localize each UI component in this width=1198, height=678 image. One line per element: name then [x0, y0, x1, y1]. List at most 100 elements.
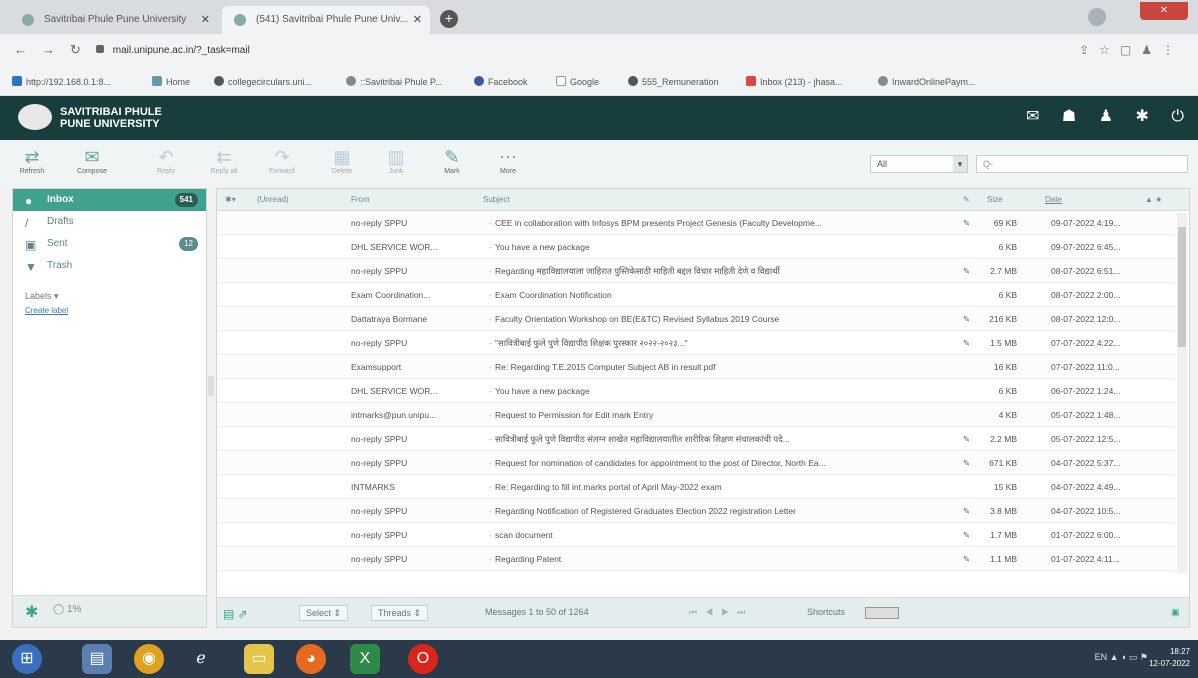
message-row[interactable]: INTMARKS - Re: Regarding to fill int.marks…	[217, 475, 1175, 499]
keyboard-icon[interactable]	[865, 607, 899, 619]
bookmark-item[interactable]: collegecirculars.uni...	[214, 76, 312, 87]
reply-all-button[interactable]: ⇇ Reply all	[204, 146, 244, 175]
folder-trash[interactable]: ▼ Trash	[13, 255, 206, 277]
message-row[interactable]: no-reply SPPU - scan document ✎ 1.7 MB 01-07-…	[217, 523, 1175, 547]
message-row[interactable]: no-reply SPPU - Regarding Patent ✎ 1.1 MB 01-…	[217, 547, 1175, 571]
message-from: Exam Coordination...	[351, 290, 431, 300]
thread-dash: -	[489, 386, 492, 396]
threads-dropdown[interactable]: Threads ⇕	[371, 605, 429, 621]
brand-title: SAVITRIBAI PHULE PUNE UNIVERSITY	[60, 106, 162, 130]
url-field[interactable]: mail.unipune.ac.in/?_task=mail	[96, 40, 1026, 62]
opera-icon[interactable]: O	[408, 644, 438, 674]
message-list-scrollbar[interactable]	[1177, 213, 1187, 573]
expand-icon[interactable]: ▣	[1171, 607, 1180, 618]
message-row[interactable]: Exam Coordination... - Exam Coordination N…	[217, 283, 1175, 307]
folder-inbox[interactable]: ● Inbox 541	[13, 189, 206, 211]
bookmark-item[interactable]: 555_Remuneration	[628, 76, 719, 87]
message-row[interactable]: DHL SERVICE WOR... - You have a new packag…	[217, 235, 1175, 259]
bookmark-icon	[878, 76, 888, 86]
message-row[interactable]: no-reply SPPU - Request for nomination of …	[217, 451, 1175, 475]
bookmark-item[interactable]: Google	[556, 76, 599, 87]
forward-icon: ↷	[274, 147, 290, 167]
bookmark-item[interactable]: http://192.168.0.1:8...	[12, 76, 111, 87]
system-tray[interactable]: EN ▲ ◖ ▭ ⚑	[1095, 652, 1148, 663]
close-tab-icon[interactable]: ✕	[201, 13, 210, 26]
delete-button[interactable]: ▦ Delete	[322, 146, 362, 175]
chrome-icon[interactable]: ◉	[134, 644, 164, 674]
message-row[interactable]: no-reply SPPU - "सावित्रीबाई फुले पुणे विद…	[217, 331, 1175, 355]
message-subject: "सावित्रीबाई फुले पुणे विद्यापीठ शिक्षक …	[495, 338, 688, 348]
message-date: 05-07-2022 12:5...	[1051, 434, 1121, 444]
reply-button[interactable]: ↶ Reply	[146, 146, 186, 175]
column-from[interactable]: From	[351, 195, 370, 204]
message-from: no-reply SPPU	[351, 338, 408, 348]
logout-power-icon[interactable]: ⏻	[1171, 108, 1184, 126]
refresh-button[interactable]: ⇄ Refresh	[12, 146, 52, 175]
bookmark-item[interactable]: Home	[152, 76, 190, 87]
thread-dash: -	[489, 482, 492, 492]
message-subject: Exam Coordination Notification	[495, 290, 612, 300]
message-row[interactable]: no-reply SPPU - Regarding Notification of …	[217, 499, 1175, 523]
column-thread[interactable]: (Unread)	[257, 195, 289, 204]
message-row[interactable]: no-reply SPPU - सावित्रीबाई फुले पुणे विद्…	[217, 427, 1175, 451]
forward-icon[interactable]: →	[42, 42, 55, 57]
more-button[interactable]: ⋯ More	[488, 146, 528, 175]
reload-icon[interactable]: ↻	[70, 42, 81, 58]
close-tab-icon[interactable]: ✕	[413, 13, 422, 26]
mail-toolbar: ⇄ Refresh ✉ Compose ↶ Reply ⇇ Reply all ↷ For…	[0, 140, 1198, 186]
message-row[interactable]: intmarks@pun.unipu... - Request to Permiss…	[217, 403, 1175, 427]
message-row[interactable]: Examsupport - Re: Regarding T.E.2015 Compu…	[217, 355, 1175, 379]
scrollbar-thumb[interactable]	[1178, 227, 1186, 347]
window-close-button[interactable]: ✕	[1140, 2, 1188, 20]
folder-drafts[interactable]: / Drafts	[13, 211, 206, 233]
message-row[interactable]: DHL SERVICE WOR... - You have a new packag…	[217, 379, 1175, 403]
profile-avatar[interactable]	[1088, 8, 1106, 26]
new-tab-button[interactable]: +	[440, 10, 458, 28]
folder-settings-gear-icon[interactable]: ✱	[25, 602, 38, 622]
bookmark-item[interactable]: Inbox (213) - jhasa...	[746, 76, 843, 87]
folder-sent[interactable]: ▣ Sent 12	[13, 233, 206, 255]
internet-explorer-icon[interactable]: ℯ	[186, 644, 216, 674]
folder-icon[interactable]: ▭	[244, 644, 274, 674]
browser-action-icons[interactable]: ⇪☆▢♟⋮	[1079, 43, 1184, 57]
bookmark-item[interactable]: InwardOnlinePaym...	[878, 76, 976, 87]
labels-heading[interactable]: Labels ▾	[13, 291, 206, 302]
sent-icon: ▣	[25, 238, 37, 252]
start-icon[interactable]: ⊞	[12, 644, 42, 674]
column-date[interactable]: Date	[1045, 195, 1062, 204]
browser-tab-1[interactable]: Savitribai Phule Pune University ✕	[10, 6, 218, 34]
bookmark-item[interactable]: ::Savitribai Phule P...	[346, 76, 442, 87]
list-view-icon[interactable]: ▤ ⇗	[223, 607, 248, 621]
message-row[interactable]: Dattatraya Bormane - Faculty Orientation W…	[217, 307, 1175, 331]
clock[interactable]: 18:27 12-07-2022	[1149, 646, 1190, 670]
forward-button[interactable]: ↷ Forward	[262, 146, 302, 175]
excel-icon[interactable]: X	[350, 644, 380, 674]
site-favicon-icon	[234, 14, 246, 26]
column-subject[interactable]: Subject	[483, 195, 510, 204]
mark-button[interactable]: ✎ Mark	[432, 146, 472, 175]
create-label-link[interactable]: Create label	[13, 306, 206, 315]
back-icon[interactable]: ←	[14, 42, 27, 57]
message-row[interactable]: no-reply SPPU - CEE in collaboration with …	[217, 211, 1175, 235]
bookmark-item[interactable]: Facebook	[474, 76, 528, 87]
junk-button[interactable]: ▥ Junk	[376, 146, 416, 175]
compose-button[interactable]: ✉ Compose	[72, 146, 112, 175]
list-options-gear-icon[interactable]: ✱▾	[225, 195, 236, 204]
column-size[interactable]: Size	[987, 195, 1003, 204]
filter-select[interactable]: All ▾	[870, 155, 968, 173]
message-from: no-reply SPPU	[351, 458, 408, 468]
globe-icon	[214, 76, 224, 86]
message-row[interactable]: no-reply SPPU - Regarding महाविद्यालयाला ज…	[217, 259, 1175, 283]
pagination-arrows-icon[interactable]: ⏮◀▶⏭	[689, 607, 753, 618]
browser-tab-2[interactable]: (541) Savitribai Phule Pune Univ... ✕	[222, 6, 430, 34]
contacts-icon[interactable]: ☗	[1062, 106, 1076, 126]
select-dropdown[interactable]: Select ⇕	[299, 605, 349, 621]
message-size: 16 KB	[993, 362, 1017, 372]
mail-icon[interactable]: ✉	[1026, 106, 1039, 126]
settings-gear-icon[interactable]: ✱	[1135, 106, 1148, 126]
search-input[interactable]: Q-	[976, 155, 1188, 173]
pane-splitter-handle[interactable]	[208, 376, 214, 396]
user-icon[interactable]: ♟	[1099, 106, 1113, 126]
file-app-icon[interactable]: ▤	[82, 644, 112, 674]
firefox-icon[interactable]: ◕	[296, 644, 326, 674]
